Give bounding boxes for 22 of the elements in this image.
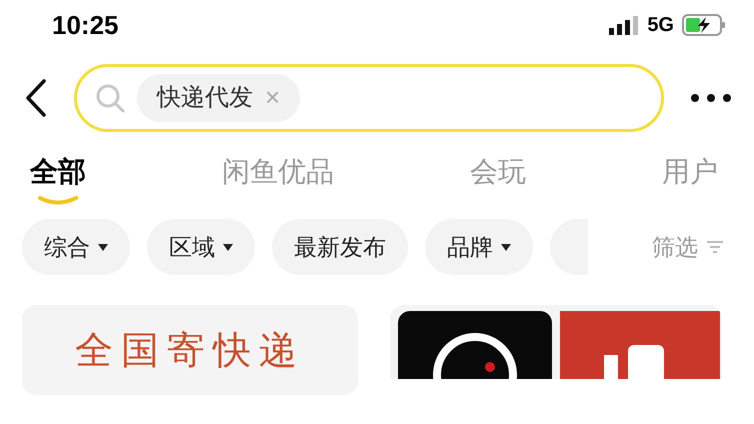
search-tag-label: 快递代发 [157, 82, 253, 112]
caret-icon [223, 244, 233, 250]
tab-underline-icon [38, 195, 78, 205]
more-icon[interactable] [690, 92, 732, 102]
filter-chip[interactable]: 综合 [22, 219, 130, 275]
network-label: 5G [647, 13, 674, 38]
filter-chip[interactable]: 区域 [147, 219, 255, 275]
filter-icon [706, 239, 724, 255]
filter-chip[interactable]: 品牌 [425, 219, 533, 275]
filter-chip[interactable]: 最新发布 [272, 219, 408, 275]
back-icon[interactable] [24, 78, 48, 116]
signal-icon [609, 15, 640, 35]
search-tag[interactable]: 快递代发 × [137, 74, 300, 122]
search-icon [95, 82, 125, 112]
search-field[interactable]: 快递代发 × [74, 64, 664, 132]
caret-icon [501, 244, 511, 250]
caret-icon [98, 244, 108, 250]
tab[interactable]: 全部 [30, 151, 86, 205]
promo-card[interactable]: 全国寄快递 [22, 305, 358, 395]
status-time: 10:25 [52, 8, 118, 42]
battery-charging-icon [682, 14, 726, 36]
promo-title: 全国寄快递 [75, 329, 305, 374]
